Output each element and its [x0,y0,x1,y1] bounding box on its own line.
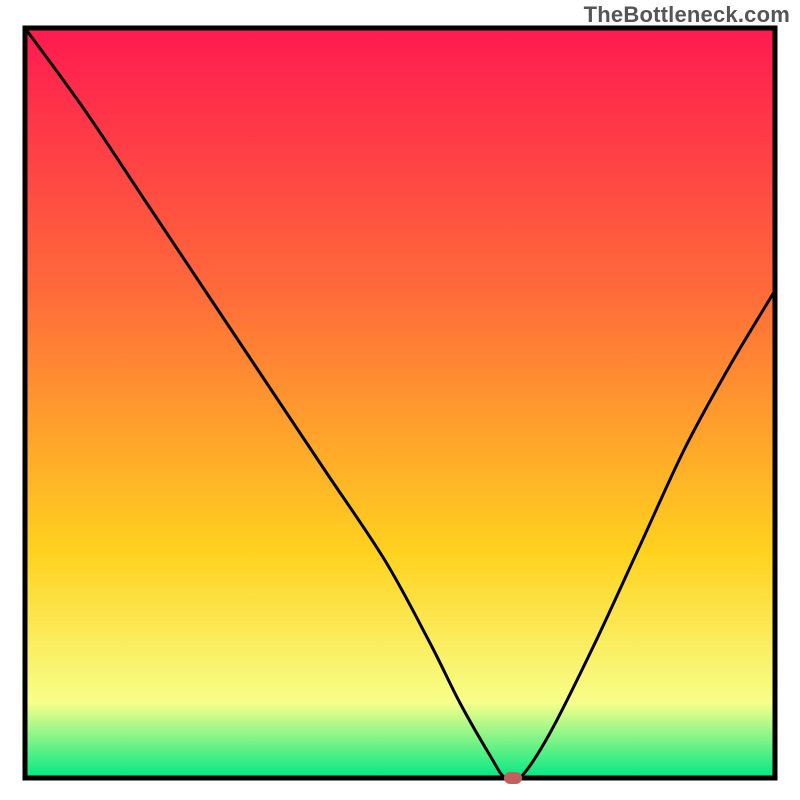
chart-container: TheBottleneck.com [0,0,800,800]
bottleneck-chart [0,0,800,800]
watermark-text: TheBottleneck.com [584,2,790,28]
bottleneck-marker [504,772,522,784]
plot-background [25,28,775,778]
